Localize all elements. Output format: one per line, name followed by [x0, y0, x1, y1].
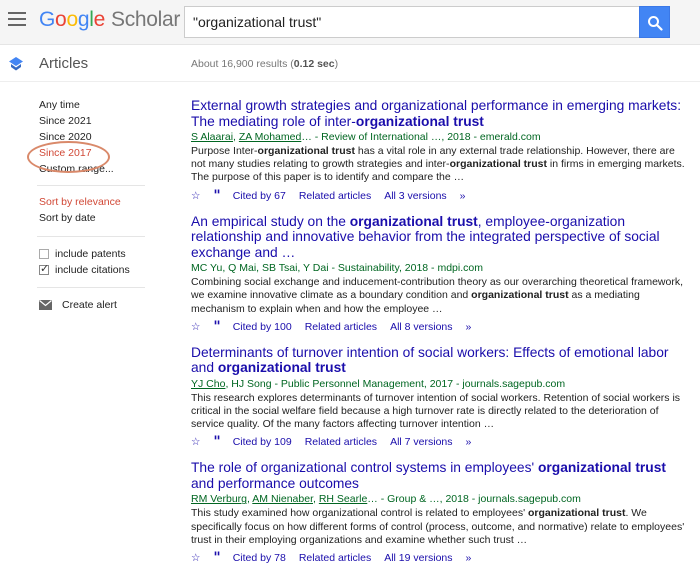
result-title[interactable]: The role of organizational control syste… — [191, 460, 691, 491]
divider — [37, 185, 145, 186]
sort-by-relevance[interactable]: Sort by relevance — [39, 195, 149, 211]
top-bar: Google Scholar — [0, 0, 700, 45]
filter-since-2020[interactable]: Since 2020 — [39, 130, 149, 146]
author-link[interactable]: S Alaarai — [191, 131, 233, 143]
result-meta: RM Verburg, AM Nienaber, RH Searle… - Gr… — [191, 493, 581, 506]
result-meta: YJ Cho, HJ Song - Public Personnel Manag… — [191, 377, 566, 390]
articles-icon — [9, 57, 23, 71]
save-star-icon[interactable]: ☆ — [191, 552, 200, 564]
cite-quote-icon[interactable]: " — [213, 189, 220, 203]
cited-by-link[interactable]: Cited by 100 — [233, 321, 292, 333]
result-meta: MC Yu, Q Mai, SB Tsai, Y Dai - Sustainab… — [191, 262, 483, 275]
all-versions-link[interactable]: All 19 versions — [384, 552, 452, 564]
result-snippet: This research explores determinants of t… — [191, 391, 681, 431]
filter-since-2017[interactable]: Since 2017 — [39, 146, 149, 162]
checkbox-icon[interactable] — [39, 249, 49, 259]
cite-quote-icon[interactable]: " — [213, 320, 220, 334]
google-scholar-logo[interactable]: Google Scholar — [39, 8, 180, 32]
result-meta: S Alaarai, ZA Mohamed… - Review of Inter… — [191, 131, 541, 143]
divider — [37, 236, 145, 237]
result-item: An empirical study on the organizational… — [191, 214, 691, 334]
cited-by-link[interactable]: Cited by 67 — [233, 190, 286, 202]
results-count: About 16,900 results (0.12 sec) — [191, 58, 339, 70]
result-actions: ☆ " Cited by 67 Related articles All 3 v… — [191, 189, 691, 203]
result-item: The role of organizational control syste… — [191, 460, 691, 565]
result-item: Determinants of turnover intention of so… — [191, 345, 691, 450]
result-title[interactable]: An empirical study on the organizational… — [191, 214, 691, 261]
result-snippet: Combining social exchange and inducement… — [191, 276, 684, 315]
all-versions-link[interactable]: All 8 versions — [390, 321, 452, 333]
more-chevron-icon[interactable]: » — [466, 321, 472, 333]
filter-any-time[interactable]: Any time — [39, 98, 149, 114]
sort-by-date[interactable]: Sort by date — [39, 211, 149, 227]
create-alert-button[interactable]: Create alert — [39, 297, 149, 313]
search-button[interactable] — [639, 6, 670, 38]
more-chevron-icon[interactable]: » — [460, 190, 466, 202]
cited-by-link[interactable]: Cited by 109 — [233, 436, 292, 448]
sub-bar: Articles About 16,900 results (0.12 sec) — [0, 46, 700, 82]
envelope-icon — [39, 300, 52, 310]
divider — [37, 287, 145, 288]
author-link[interactable]: YJ Cho — [191, 378, 225, 390]
filter-since-2021[interactable]: Since 2021 — [39, 114, 149, 130]
save-star-icon[interactable]: ☆ — [191, 321, 200, 333]
author-link[interactable]: AM Nienaber — [252, 493, 313, 505]
result-item: External growth strategies and organizat… — [191, 98, 691, 203]
save-star-icon[interactable]: ☆ — [191, 190, 200, 202]
cite-quote-icon[interactable]: " — [213, 435, 220, 449]
result-actions: ☆ " Cited by 109 Related articles All 7 … — [191, 435, 691, 449]
more-chevron-icon[interactable]: » — [466, 436, 472, 448]
result-actions: ☆ " Cited by 100 Related articles All 8 … — [191, 320, 691, 334]
result-snippet: Purpose Inter-organizational trust has a… — [191, 145, 685, 184]
author-link[interactable]: RH Searle — [319, 493, 367, 505]
results-list: External growth strategies and organizat… — [191, 98, 691, 573]
result-title[interactable]: External growth strategies and organizat… — [191, 98, 691, 129]
section-label: Articles — [39, 55, 89, 72]
include-patents-checkbox[interactable]: include patents — [39, 246, 149, 262]
author-link[interactable]: ZA Mohamed — [239, 131, 301, 143]
related-articles-link[interactable]: Related articles — [299, 190, 371, 202]
all-versions-link[interactable]: All 7 versions — [390, 436, 452, 448]
cited-by-link[interactable]: Cited by 78 — [233, 552, 286, 564]
menu-icon[interactable] — [8, 12, 26, 28]
filter-custom-range[interactable]: Custom range... — [39, 162, 149, 176]
all-versions-link[interactable]: All 3 versions — [384, 190, 446, 202]
related-articles-link[interactable]: Related articles — [305, 436, 377, 448]
result-title[interactable]: Determinants of turnover intention of so… — [191, 345, 691, 376]
sidebar: Any time Since 2021 Since 2020 Since 201… — [37, 98, 149, 313]
result-snippet: This study examined how organizational c… — [191, 507, 685, 546]
related-articles-link[interactable]: Related articles — [305, 321, 377, 333]
search-icon — [648, 16, 663, 31]
related-articles-link[interactable]: Related articles — [299, 552, 371, 564]
cite-quote-icon[interactable]: " — [213, 551, 220, 565]
result-actions: ☆ " Cited by 78 Related articles All 19 … — [191, 551, 691, 565]
checkbox-checked-icon[interactable] — [39, 262, 49, 275]
author-link[interactable]: RM Verburg — [191, 493, 247, 505]
include-citations-checkbox[interactable]: include citations — [39, 262, 149, 278]
search-input[interactable] — [184, 6, 639, 38]
more-chevron-icon[interactable]: » — [466, 552, 472, 564]
save-star-icon[interactable]: ☆ — [191, 436, 200, 448]
